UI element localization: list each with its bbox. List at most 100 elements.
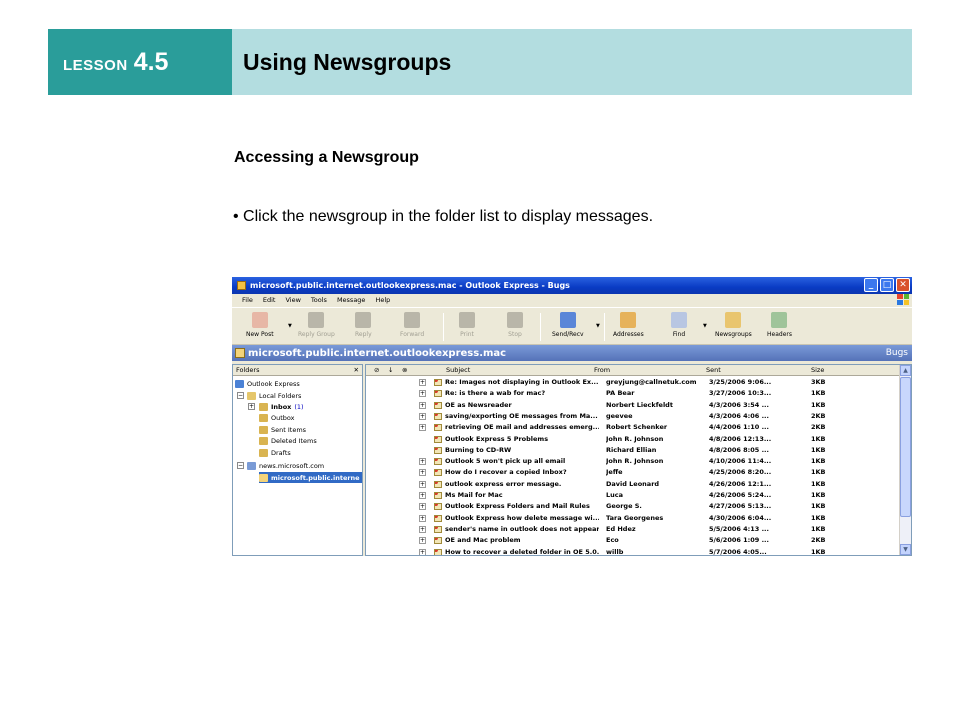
message-row[interactable]: + retrieving OE mail and addresses emerg.… <box>366 422 900 433</box>
collapse-news-server-icon[interactable]: − <box>237 462 244 469</box>
message-row[interactable]: + Outlook 5 won't pick up all email John R… <box>366 456 900 467</box>
new-post-button[interactable]: New Post <box>246 312 274 338</box>
expand-thread-icon[interactable]: + <box>419 412 426 420</box>
message-size: 1KB <box>811 502 826 511</box>
attachment-column-icon[interactable]: ⊘ <box>374 366 379 374</box>
expand-thread-icon[interactable]: + <box>419 492 426 499</box>
message-row[interactable]: + outlook express error message. David Leo… <box>366 479 900 490</box>
collapse-local-folders-icon[interactable]: − <box>237 392 244 399</box>
message-sent: 4/8/2006 8:05 ... <box>709 445 769 454</box>
message-row[interactable]: + saving/exporting OE messages from Ma...… <box>366 411 900 422</box>
vertical-scrollbar[interactable]: ▲ ▼ <box>899 365 911 555</box>
expand-thread-icon[interactable]: + <box>419 401 426 409</box>
newsgroups-button[interactable]: Newsgroups <box>715 312 752 338</box>
reply-group-button[interactable]: Reply Group <box>298 312 335 338</box>
message-sent: 4/3/2006 4:06 ... <box>709 411 769 420</box>
expand-thread-icon[interactable]: + <box>419 458 426 466</box>
folder-local-folders[interactable]: Local Folders <box>247 390 301 401</box>
expand-thread-icon[interactable]: + <box>419 503 426 511</box>
close-button[interactable]: ✕ <box>896 278 910 292</box>
expand-thread-icon[interactable]: + <box>419 537 426 545</box>
maximize-button[interactable]: □ <box>880 278 894 292</box>
folder-label: news.microsoft.com <box>259 461 325 470</box>
folder-drafts[interactable]: Drafts <box>259 447 291 458</box>
column-from[interactable]: From <box>594 366 610 374</box>
message-row[interactable]: + How do I recover a copied Inbox? Jeffe 4/… <box>366 467 900 478</box>
addresses-button[interactable]: Addresses <box>613 312 644 338</box>
toolbar: New Post ▼ Reply Group Reply Forward Pri… <box>232 307 912 345</box>
column-size[interactable]: Size <box>811 366 824 374</box>
folder-news-server[interactable]: news.microsoft.com <box>247 460 324 471</box>
message-post-icon <box>434 503 442 511</box>
expand-thread-icon[interactable]: + <box>419 525 426 533</box>
message-row[interactable]: + OE as Newsreader Norbert Lieckfeldt 4/3/2… <box>366 400 900 411</box>
message-row[interactable]: + sender's name in outlook does not appea… <box>366 524 900 535</box>
message-row[interactable]: + OE and Mac problem Eco 5/6/2006 1:09 ... 2… <box>366 535 900 546</box>
folder-outbox[interactable]: Outbox <box>259 412 295 423</box>
message-from: geevee <box>606 411 633 420</box>
headers-button[interactable]: Headers <box>767 312 792 338</box>
folder-deleted-items[interactable]: Deleted Items <box>259 435 317 446</box>
scroll-down-icon[interactable]: ▼ <box>900 544 911 555</box>
message-from: George S. <box>606 502 642 511</box>
message-post-icon <box>434 548 442 555</box>
message-row[interactable]: + Outlook Express how delete message wi..… <box>366 513 900 524</box>
message-row[interactable]: + Re: Images not displaying in Outlook Ex… <box>366 377 900 388</box>
expand-thread-icon[interactable]: + <box>419 379 426 386</box>
find-button[interactable]: Find <box>671 312 687 338</box>
menu-edit[interactable]: Edit <box>263 296 276 304</box>
menu-tools[interactable]: Tools <box>311 296 327 304</box>
message-row[interactable]: + Outlook Express Folders and Mail Rules G… <box>366 501 900 512</box>
message-row[interactable]: + How to recover a deleted folder in OE 5… <box>366 547 900 555</box>
forward-icon <box>404 312 421 328</box>
print-button[interactable]: Print <box>459 312 475 338</box>
window-titlebar[interactable]: microsoft.public.internet.outlookexpress… <box>232 277 912 294</box>
send-receive-dropdown-icon[interactable]: ▼ <box>596 323 600 329</box>
forward-button[interactable]: Forward <box>400 312 424 338</box>
message-size: 1KB <box>811 479 826 488</box>
new-post-dropdown-icon[interactable]: ▼ <box>288 323 292 329</box>
message-post-icon <box>434 469 442 477</box>
message-row[interactable]: Outlook Express 5 Problems John R. Johnso… <box>366 434 900 445</box>
menu-view[interactable]: View <box>285 296 300 304</box>
message-sent: 5/5/2006 4:13 ... <box>709 524 769 533</box>
folder-selected-newsgroup[interactable]: microsoft.public.interne <box>259 472 362 483</box>
watch-column-icon[interactable]: ⊗ <box>402 366 407 374</box>
message-row[interactable]: Burning to CD-RW Richard Ellian 4/8/2006 8… <box>366 445 900 456</box>
menu-help[interactable]: Help <box>375 296 390 304</box>
expand-inbox-icon[interactable]: + <box>248 403 255 410</box>
folder-sent-items[interactable]: Sent Items <box>259 424 306 435</box>
expand-thread-icon[interactable]: + <box>419 469 426 477</box>
deleted-items-icon <box>259 436 268 445</box>
message-row[interactable]: + Re: is there a wab for mac? PA Bear 3/27/… <box>366 388 900 399</box>
expand-thread-icon[interactable]: + <box>419 390 426 398</box>
folder-outlook-express[interactable]: Outlook Express <box>235 378 300 389</box>
message-subject: Re: is there a wab for mac? <box>445 389 546 398</box>
message-list: ⊘ ↓ ⊗ Subject From Sent Size + Re: Images… <box>365 364 912 556</box>
close-folders-pane-icon[interactable]: ✕ <box>354 366 359 374</box>
addresses-label: Addresses <box>613 331 644 338</box>
folder-inbox[interactable]: Inbox (1) <box>259 401 304 412</box>
expand-thread-icon[interactable]: + <box>419 514 426 522</box>
expand-thread-icon[interactable]: + <box>419 480 426 488</box>
scrollbar-thumb[interactable] <box>900 377 911 517</box>
send-receive-button[interactable]: Send/Recv <box>552 312 584 338</box>
column-subject[interactable]: Subject <box>446 366 470 374</box>
expand-thread-icon[interactable]: + <box>419 548 426 555</box>
message-size: 1KB <box>811 524 826 533</box>
column-sent[interactable]: Sent <box>706 366 721 374</box>
windows-logo-icon <box>897 294 909 305</box>
menu-message[interactable]: Message <box>337 296 366 304</box>
priority-column-icon[interactable]: ↓ <box>388 366 393 374</box>
find-dropdown-icon[interactable]: ▼ <box>703 323 707 329</box>
expand-thread-icon[interactable]: + <box>419 424 426 432</box>
message-post-icon <box>434 514 442 522</box>
message-post-icon <box>434 446 442 454</box>
minimize-button[interactable]: _ <box>864 278 878 292</box>
reply-button[interactable]: Reply <box>355 312 372 338</box>
scroll-up-icon[interactable]: ▲ <box>900 365 911 376</box>
stop-button[interactable]: Stop <box>507 312 523 338</box>
menu-file[interactable]: File <box>242 296 253 304</box>
message-from: Norbert Lieckfeldt <box>606 400 673 409</box>
message-row[interactable]: + Ms Mail for Mac Luca 4/26/2006 5:24... 1KB <box>366 490 900 501</box>
